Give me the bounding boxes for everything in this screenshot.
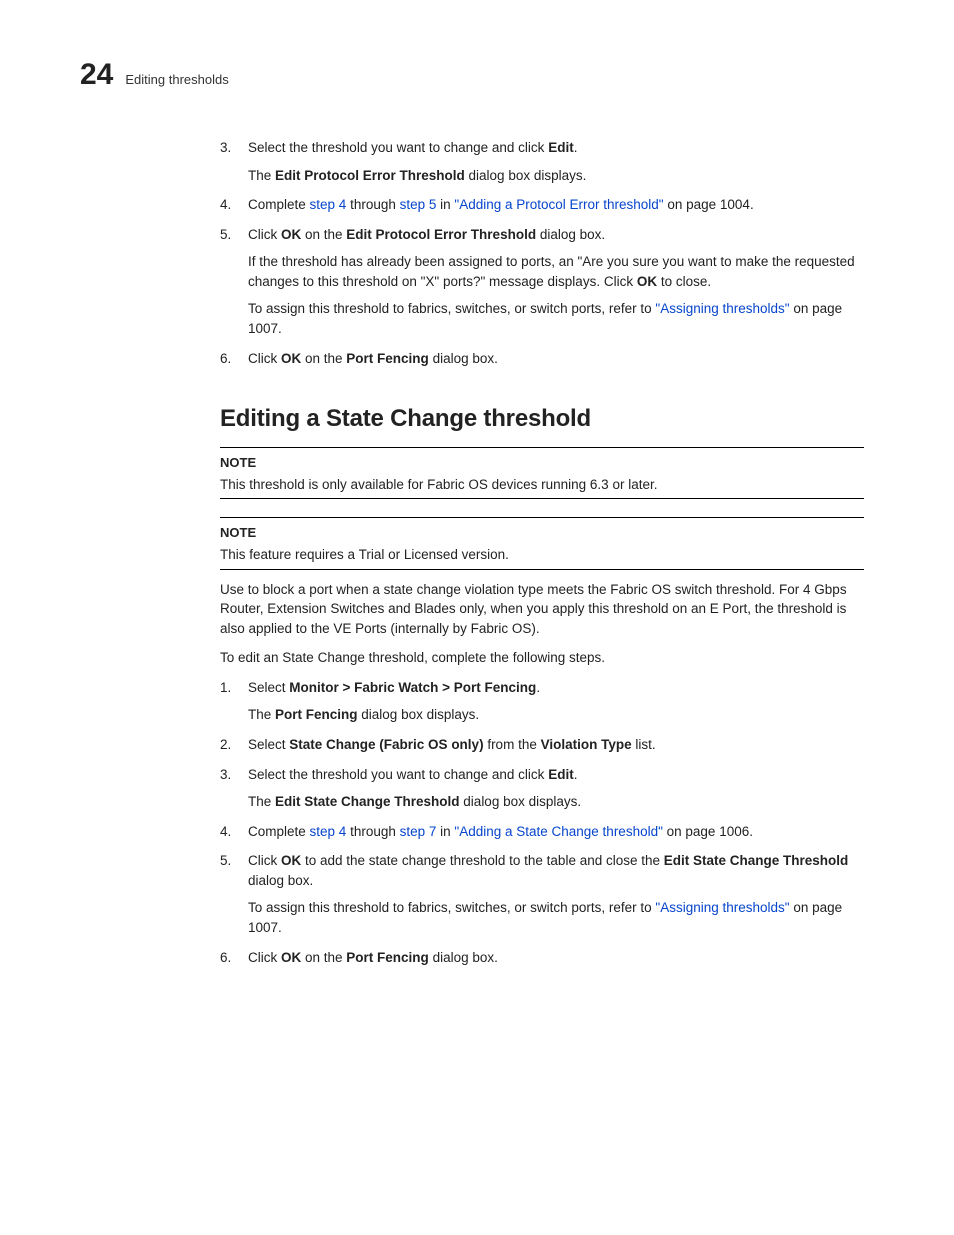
- ui-edit: Edit: [548, 140, 574, 155]
- xref-step4[interactable]: step 4: [310, 197, 347, 212]
- b-step-5: Click OK to add the state change thresho…: [220, 851, 864, 937]
- xref-step5[interactable]: step 5: [400, 197, 437, 212]
- option-name: State Change (Fabric OS only): [289, 737, 483, 752]
- step-5: Click OK on the Edit Protocol Error Thre…: [220, 225, 864, 339]
- b-step-3-sub: The Edit State Change Threshold dialog b…: [248, 792, 864, 812]
- dialog-name: Edit Protocol Error Threshold: [346, 227, 536, 242]
- xref-assigning-thresholds[interactable]: "Assigning thresholds": [655, 301, 789, 316]
- dialog-name: Port Fencing: [346, 950, 429, 965]
- note-rule-top-2: [220, 517, 864, 518]
- step-5-p1: If the threshold has already been assign…: [248, 252, 864, 291]
- dialog-name: Edit State Change Threshold: [664, 853, 849, 868]
- b-step-4: Complete step 4 through step 7 in "Addin…: [220, 822, 864, 842]
- spacer: [220, 503, 864, 513]
- note-label-2: NOTE: [220, 524, 864, 543]
- xref-step4b[interactable]: step 4: [310, 824, 347, 839]
- step-3: Select the threshold you want to change …: [220, 138, 864, 185]
- page: 24 Editing thresholds Select the thresho…: [0, 0, 954, 1037]
- xref-adding-state-change[interactable]: "Adding a State Change threshold": [454, 824, 662, 839]
- ui-ok: OK: [281, 950, 301, 965]
- procedure-steps-b: Select Monitor > Fabric Watch > Port Fen…: [220, 678, 864, 967]
- dialog-name: Port Fencing: [346, 351, 429, 366]
- chapter-number: 24: [80, 60, 113, 90]
- step-text: Select the threshold you want to change …: [248, 140, 548, 155]
- ui-ok: OK: [281, 351, 301, 366]
- b-step-3: Select the threshold you want to change …: [220, 765, 864, 812]
- b-step-6: Click OK on the Port Fencing dialog box.: [220, 948, 864, 968]
- step-3-sub: The Edit Protocol Error Threshold dialog…: [248, 166, 864, 186]
- step-5-p2: To assign this threshold to fabrics, swi…: [248, 299, 864, 338]
- running-header: 24 Editing thresholds: [80, 60, 874, 90]
- note-body-1: This threshold is only available for Fab…: [220, 475, 864, 495]
- body-content: Select the threshold you want to change …: [220, 138, 864, 967]
- intro-para-1: Use to block a port when a state change …: [220, 580, 864, 639]
- b-step-5-p2: To assign this threshold to fabrics, swi…: [248, 898, 864, 937]
- section-heading: Editing a State Change threshold: [220, 402, 864, 437]
- b-step-1-sub: The Port Fencing dialog box displays.: [248, 705, 864, 725]
- step-4: Complete step 4 through step 5 in "Addin…: [220, 195, 864, 215]
- dialog-name: Edit State Change Threshold: [275, 794, 460, 809]
- b-step-2: Select State Change (Fabric OS only) fro…: [220, 735, 864, 755]
- intro-para-2: To edit an State Change threshold, compl…: [220, 648, 864, 668]
- ui-edit: Edit: [548, 767, 574, 782]
- note-label-1: NOTE: [220, 454, 864, 473]
- note-rule-top-1: [220, 447, 864, 448]
- xref-adding-protocol-error[interactable]: "Adding a Protocol Error threshold": [454, 197, 663, 212]
- ui-ok: OK: [281, 853, 301, 868]
- ui-ok: OK: [281, 227, 301, 242]
- note-rule-bottom-1: [220, 498, 864, 499]
- procedure-steps-a: Select the threshold you want to change …: [220, 138, 864, 368]
- menu-path: Monitor > Fabric Watch > Port Fencing: [289, 680, 536, 695]
- list-name: Violation Type: [541, 737, 632, 752]
- xref-assigning-thresholds-b[interactable]: "Assigning thresholds": [655, 900, 789, 915]
- ui-ok: OK: [637, 274, 657, 289]
- xref-step7b[interactable]: step 7: [400, 824, 437, 839]
- chapter-title: Editing thresholds: [125, 72, 228, 87]
- note-rule-bottom-2: [220, 569, 864, 570]
- b-step-1: Select Monitor > Fabric Watch > Port Fen…: [220, 678, 864, 725]
- step-6: Click OK on the Port Fencing dialog box.: [220, 349, 864, 369]
- period: .: [574, 140, 578, 155]
- dialog-name: Port Fencing: [275, 707, 358, 722]
- note-body-2: This feature requires a Trial or License…: [220, 545, 864, 565]
- dialog-name: Edit Protocol Error Threshold: [275, 168, 465, 183]
